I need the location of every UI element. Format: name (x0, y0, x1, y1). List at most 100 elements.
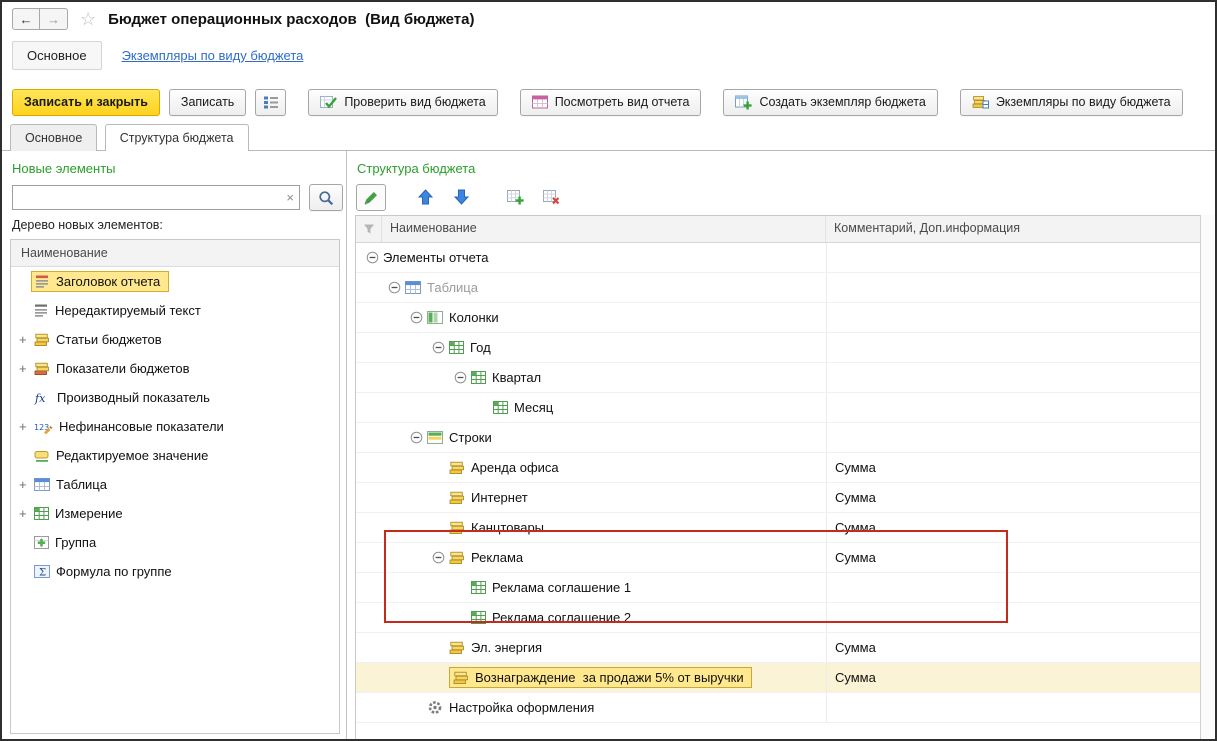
list-item[interactable]: Нередактируемый текст (11, 296, 339, 325)
remove-from-group-button[interactable] (536, 184, 566, 211)
item-label: Редактируемое значение (56, 448, 209, 463)
tree-row-label: Аренда офиса (471, 460, 559, 475)
expand-plus-icon[interactable]: + (19, 361, 34, 376)
check-budget-view-button[interactable]: Проверить вид бюджета (308, 88, 498, 116)
tree-row[interactable]: Реклама соглашение 1 (356, 573, 1200, 603)
title-bar: ← → ☆ Бюджет операционных расходов (Вид … (2, 2, 1215, 36)
dimension-icon (449, 341, 464, 354)
comment-cell (826, 333, 1200, 362)
list-item[interactable]: + Измерение (11, 499, 339, 528)
item-content: fx Производный показатель (34, 390, 210, 405)
tree-row-label: Реклама соглашение 2 (492, 610, 632, 625)
static-text-icon (34, 303, 49, 318)
list-item[interactable]: +123 Нефинансовые показатели (11, 412, 339, 441)
expand-plus-icon[interactable]: + (19, 332, 34, 347)
view-report-button[interactable]: Посмотреть вид отчета (519, 88, 702, 116)
vertical-scrollbar[interactable] (1200, 215, 1214, 738)
column-header-comment[interactable]: Комментарий, Доп.информация (826, 216, 1200, 242)
arrow-down-icon (453, 189, 469, 205)
expand-plus-icon[interactable]: + (19, 477, 34, 492)
tree-row[interactable]: Колонки (356, 303, 1200, 333)
list-item[interactable]: Группа (11, 528, 339, 557)
tree-row-label: Колонки (449, 310, 499, 325)
tree-row[interactable]: Настройка оформления (356, 693, 1200, 723)
tree-row[interactable]: Месяц (356, 393, 1200, 423)
search-button[interactable] (309, 184, 343, 211)
list-item[interactable]: Редактируемое значение (11, 441, 339, 470)
tree-row-label: Квартал (492, 370, 542, 385)
tree-row[interactable]: Элементы отчета (356, 243, 1200, 273)
instances-by-view-button[interactable]: Экземпляры по виду бюджета (959, 88, 1183, 116)
group-icon (34, 536, 49, 549)
create-instance-button[interactable]: Создать экземпляр бюджета (723, 88, 938, 116)
tab-budget-structure[interactable]: Структура бюджета (104, 124, 249, 152)
search-box: × (12, 185, 300, 210)
content-area: Новые элементы × Дерево новых элементов:… (2, 151, 1215, 739)
move-up-button[interactable] (410, 184, 440, 211)
fx-icon: fx (34, 391, 51, 405)
tree-row[interactable]: Канцтовары Сумма (356, 513, 1200, 543)
tree-row[interactable]: Интернет Сумма (356, 483, 1200, 513)
columns-icon (427, 311, 443, 324)
search-input[interactable] (13, 186, 299, 209)
instances-label: Экземпляры по виду бюджета (995, 95, 1171, 109)
expand-plus-icon[interactable]: + (19, 419, 34, 434)
tree-row-label: Настройка оформления (449, 700, 595, 715)
page-title: Бюджет операционных расходов (Вид бюджет… (108, 10, 475, 28)
tree-row[interactable]: Реклама соглашение 2 (356, 603, 1200, 633)
dimension-icon (493, 401, 508, 414)
clear-search-icon[interactable]: × (286, 189, 294, 207)
move-into-group-button[interactable] (500, 184, 530, 211)
nav-link-instances[interactable]: Экземпляры по виду бюджета (122, 48, 304, 63)
edit-button[interactable] (356, 183, 386, 211)
structure-table: Наименование Комментарий, Доп.информация… (355, 215, 1201, 739)
tree-row[interactable]: Реклама Сумма (356, 543, 1200, 573)
nav-item-main[interactable]: Основное (12, 40, 102, 70)
collapse-icon[interactable] (366, 251, 383, 264)
article-icon (449, 641, 465, 655)
collapse-icon[interactable] (432, 551, 449, 564)
comment-cell (826, 423, 1200, 452)
forward-button[interactable]: → (40, 8, 68, 30)
list-item[interactable]: + Показатели бюджетов (11, 354, 339, 383)
dimension-icon (471, 371, 486, 384)
move-down-button[interactable] (446, 184, 476, 211)
list-item[interactable]: Заголовок отчета (11, 267, 339, 296)
tab-main[interactable]: Основное (10, 124, 98, 152)
tree-row[interactable]: Эл. энергия Сумма (356, 633, 1200, 663)
tree-row[interactable]: Квартал (356, 363, 1200, 393)
save-button[interactable]: Записать (168, 88, 247, 116)
dimension-icon (471, 581, 486, 594)
save-and-close-button[interactable]: Записать и закрыть (12, 88, 160, 116)
favorite-star-icon[interactable]: ☆ (80, 10, 96, 28)
item-content: Статьи бюджетов (34, 332, 162, 347)
tab-strip: Основное Структура бюджета (2, 123, 1215, 152)
list-item[interactable]: Σ Формула по группе (11, 557, 339, 586)
comment-cell (826, 243, 1200, 272)
tree-row[interactable]: Вознаграждение за продажи 5% от выручки С… (356, 663, 1200, 693)
column-header-name[interactable]: Наименование (382, 216, 826, 242)
tree-row[interactable]: Таблица (356, 273, 1200, 303)
comment-cell (826, 603, 1200, 632)
funnel-icon (363, 223, 375, 235)
comment-cell (826, 273, 1200, 302)
collapse-icon[interactable] (432, 341, 449, 354)
tree-row-label: Вознаграждение за продажи 5% от выручки (475, 670, 744, 685)
tree-row[interactable]: Строки (356, 423, 1200, 453)
related-list-button[interactable] (255, 88, 287, 116)
collapse-icon[interactable] (410, 431, 427, 444)
collapse-icon[interactable] (410, 311, 427, 324)
list-item[interactable]: + Статьи бюджетов (11, 325, 339, 354)
collapse-icon[interactable] (388, 281, 405, 294)
tree-row[interactable]: Год (356, 333, 1200, 363)
back-button[interactable]: ← (12, 8, 40, 30)
expand-plus-icon[interactable]: + (19, 506, 34, 521)
svg-text:Σ: Σ (39, 568, 46, 579)
tree-row[interactable]: Аренда офиса Сумма (356, 453, 1200, 483)
list-item[interactable]: fx Производный показатель (11, 383, 339, 412)
rows-icon (427, 431, 443, 444)
nonfinancial-icon: 123 (34, 420, 53, 434)
list-item[interactable]: + Таблица (11, 470, 339, 499)
filter-cell[interactable] (356, 216, 382, 242)
collapse-icon[interactable] (454, 371, 471, 384)
